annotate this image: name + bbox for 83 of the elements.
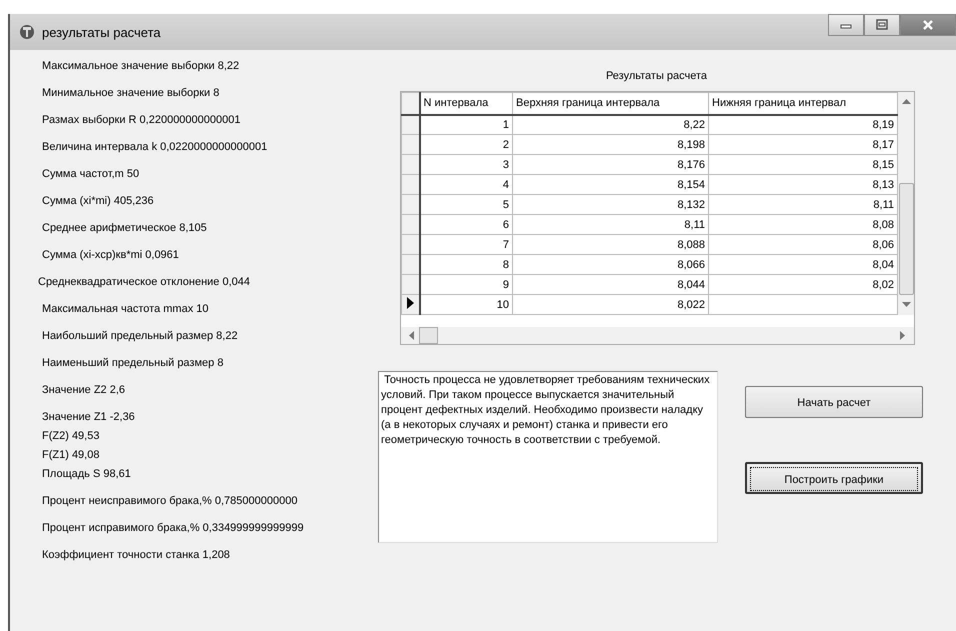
message-text-area[interactable]: Точность процесса не удовлетворяет требованиям технических условий. При таком процессе выпускается значительный процент дефектных изделий. Необходимо произвести наладку (а в некоторых случаях и ремонт) станка и привести его геометрическую точность в соответствии с требуемой. (378, 371, 718, 543)
table-cell: 8,176 (512, 154, 708, 174)
result-label: Величина интервала k 0,0220000000000001 (42, 140, 268, 155)
result-label: Максимальное значение выборки 8,22 (42, 59, 240, 74)
table-cell: 8,13 (708, 174, 898, 194)
up-arrow-icon (902, 99, 910, 105)
result-label: Площадь S 98,61 (42, 467, 131, 482)
row-header[interactable] (402, 234, 420, 254)
table-cell: 8,22 (512, 114, 708, 134)
result-label: Сумма (xi-xcp)кв*mi 0,0961 (42, 248, 179, 263)
maximize-icon (876, 19, 888, 31)
table-cell: 8,11 (512, 214, 708, 234)
result-label: Среднеквадратическое отклонение 0,044 (38, 275, 250, 290)
close-icon (922, 19, 934, 31)
result-label: Значение Z1 -2,36 (42, 410, 135, 425)
table-cell: 4 (420, 174, 512, 194)
minimize-button[interactable] (828, 14, 864, 36)
table-cell: 7 (420, 234, 512, 254)
left-arrow-icon (409, 331, 415, 340)
window-title: результаты расчета (42, 24, 161, 40)
result-label: Процент исправимого брака,% 0,334999999999999 (42, 521, 304, 536)
table-cell: 10 (420, 294, 512, 314)
table-cell: 8,088 (512, 234, 708, 254)
result-label: Наибольший предельный размер 8,22 (42, 329, 238, 344)
table-cell: 8,154 (512, 174, 708, 194)
row-header[interactable] (402, 154, 420, 174)
table-cell: 6 (420, 214, 512, 234)
maximize-button[interactable] (864, 14, 900, 36)
table-cell: 8 (420, 254, 512, 274)
close-button[interactable] (900, 14, 956, 36)
app-icon (18, 23, 36, 41)
table-cell: 9 (420, 274, 512, 294)
table-cell: 8,06 (708, 234, 898, 254)
row-header (402, 92, 420, 114)
action-button[interactable]: Начать расчет (745, 386, 923, 418)
column-header[interactable]: Верхняя граница интервала (512, 92, 708, 114)
table-cell: 8,08 (708, 214, 898, 234)
table-cell: 8,022 (512, 294, 708, 314)
table-cell: 8,11 (708, 194, 898, 214)
table-cell: 8,044 (512, 274, 708, 294)
row-header[interactable] (402, 254, 420, 274)
result-label: Наименьший предельный размер 8 (42, 356, 224, 371)
row-header[interactable] (402, 194, 420, 214)
table-cell: 8,198 (512, 134, 708, 154)
table-cell: 1 (420, 114, 512, 134)
column-header[interactable]: N интервала (420, 92, 512, 114)
result-label: F(Z2) 49,53 (42, 429, 100, 444)
row-header[interactable] (402, 114, 420, 134)
down-arrow-icon (902, 302, 910, 308)
result-label: F(Z1) 49,08 (42, 448, 100, 463)
scroll-thumb[interactable] (419, 327, 438, 344)
table-cell: 8,17 (708, 134, 898, 154)
row-header[interactable] (402, 174, 420, 194)
result-label: Минимальное значение выборки 8 (42, 86, 220, 101)
table-cell: 8,04 (708, 254, 898, 274)
result-label: Процент неисправимого брака,% 0,785000000000 (42, 494, 298, 509)
action-button[interactable]: Построить графики (745, 462, 923, 494)
row-header[interactable] (402, 134, 420, 154)
column-header[interactable]: Нижняя граница интервал (708, 92, 898, 114)
table-cell: 3 (420, 154, 512, 174)
row-header[interactable] (402, 294, 420, 314)
result-label: Среднее арифметическое 8,105 (42, 221, 207, 236)
result-label: Коэффициент точности станка 1,208 (42, 548, 230, 563)
right-arrow-icon (900, 331, 906, 340)
table-cell: 5 (420, 194, 512, 214)
current-row-icon (406, 297, 414, 309)
table-title: Результаты расчета (604, 70, 708, 82)
table-cell: 8,066 (512, 254, 708, 274)
result-label: Сумма частот,m 50 (42, 167, 140, 182)
result-label: Сумма (xi*mi) 405,236 (42, 194, 154, 209)
table-cell: 8,15 (708, 154, 898, 174)
horizontal-scrollbar[interactable] (401, 327, 914, 344)
scroll-thumb[interactable] (898, 182, 914, 294)
result-label: Размах выборки R 0,220000000000001 (42, 113, 240, 128)
row-header[interactable] (402, 274, 420, 294)
result-label: Значение Z2 2,6 (42, 383, 126, 398)
vertical-scrollbar[interactable] (898, 92, 914, 315)
row-header[interactable] (402, 214, 420, 234)
table-cell: 8,132 (512, 194, 708, 214)
table-cell: 8,02 (708, 274, 898, 294)
table-cell: 8,19 (708, 114, 898, 134)
result-label: Максимальная частота mmax 10 (42, 302, 208, 317)
table-cell: 2 (420, 134, 512, 154)
